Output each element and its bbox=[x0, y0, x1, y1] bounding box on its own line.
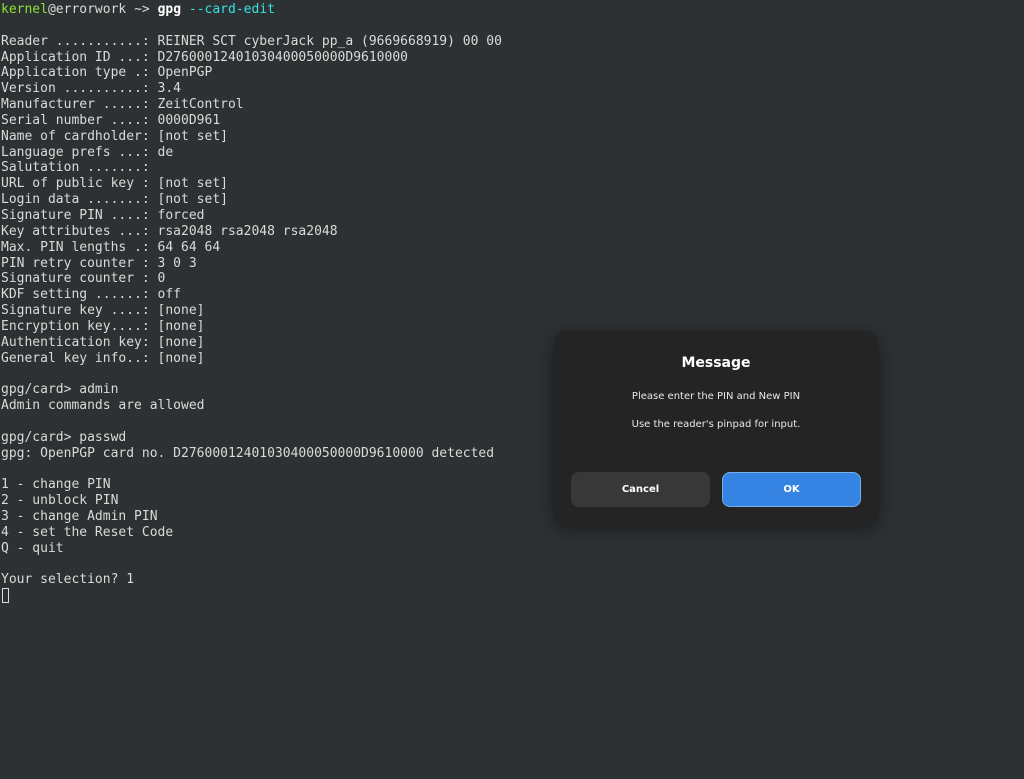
terminal-line: Language prefs ...: de bbox=[1, 144, 174, 160]
prompt-host: @errorwork bbox=[47, 2, 127, 17]
terminal-line: Login data .......: [not set] bbox=[1, 192, 228, 208]
terminal-line: Key attributes ...: rsa2048 rsa2048 rsa2… bbox=[1, 223, 338, 239]
terminal-line: 4 - set the Reset Code bbox=[1, 524, 174, 540]
terminal-line: Name of cardholder: [not set] bbox=[1, 128, 228, 144]
prompt-line: kernel@errorwork ~> gpg --card-edit bbox=[0, 2, 1024, 18]
terminal-line: Reader ...........: REINER SCT cyberJack… bbox=[1, 33, 502, 49]
prompt-user: kernel bbox=[1, 2, 48, 17]
prompt-command: gpg bbox=[157, 2, 182, 17]
dialog-message: Please enter the PIN and New PIN bbox=[631, 391, 801, 402]
message-dialog: Message Please enter the PIN and New PIN… bbox=[554, 331, 878, 525]
terminal-line: Signature key ....: [none] bbox=[1, 303, 205, 319]
terminal-line: Version ..........: 3.4 bbox=[1, 81, 182, 97]
terminal-line: Salutation .......: bbox=[1, 160, 150, 176]
text-cursor[interactable] bbox=[2, 588, 9, 604]
terminal-line: Signature counter : 0 bbox=[1, 271, 166, 287]
terminal-line: Q - quit bbox=[1, 540, 64, 556]
terminal-line: Application type .: OpenPGP bbox=[1, 65, 213, 81]
cursor-line[interactable] bbox=[0, 588, 1024, 604]
terminal-line: KDF setting ......: off bbox=[1, 287, 182, 303]
dialog-hint: Use the reader's pinpad for input. bbox=[631, 419, 801, 430]
dialog-title: Message bbox=[681, 355, 751, 371]
terminal-line: Manufacturer .....: ZeitControl bbox=[1, 97, 244, 113]
terminal-line: PIN retry counter : 3 0 3 bbox=[1, 255, 197, 271]
terminal-line: Application ID ...: D2760001240103040005… bbox=[1, 49, 408, 65]
terminal-line: Serial number ....: 0000D961 bbox=[1, 112, 221, 128]
prompt-args: --card-edit bbox=[181, 2, 275, 17]
terminal-line: Your selection? 1 bbox=[1, 572, 135, 588]
prompt-arrow: ~> bbox=[126, 2, 158, 17]
cancel-button[interactable]: Cancel bbox=[571, 472, 710, 507]
ok-button[interactable]: OK bbox=[722, 472, 861, 507]
terminal-line: Signature PIN ....: forced bbox=[1, 207, 205, 223]
terminal-line: Max. PIN lengths .: 64 64 64 bbox=[1, 239, 221, 255]
terminal-line: URL of public key : [not set] bbox=[1, 176, 228, 192]
